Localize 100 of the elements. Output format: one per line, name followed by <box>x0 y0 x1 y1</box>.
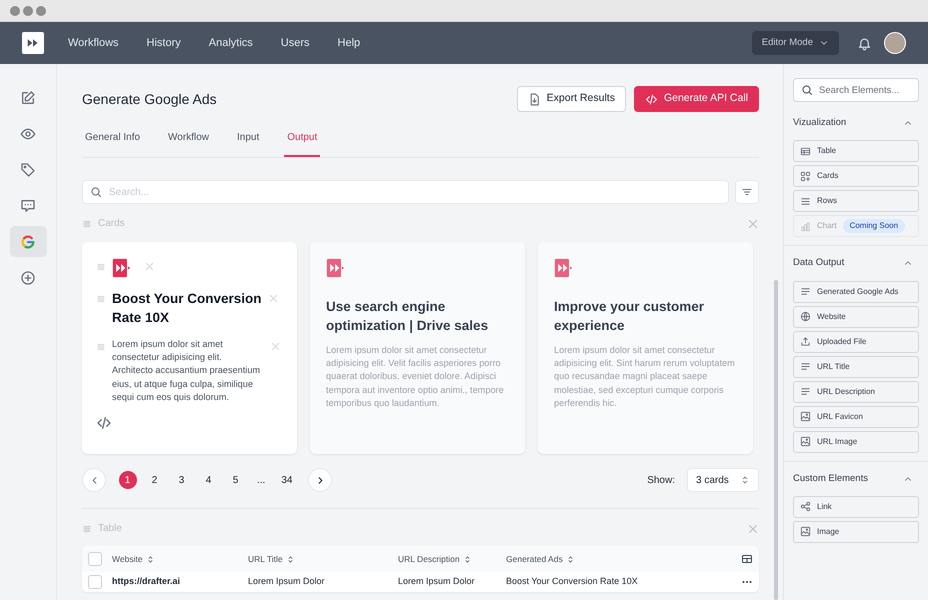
up-down-chevron-icon <box>740 475 750 485</box>
window-close-dot[interactable] <box>10 6 20 16</box>
columns-icon[interactable] <box>741 553 753 565</box>
sidebar-item[interactable] <box>10 226 46 257</box>
element-item[interactable]: Uploaded File <box>793 330 919 352</box>
edit-icon <box>20 90 36 106</box>
logo-icon <box>112 258 132 278</box>
card-body-text: Lorem ipsum dolor sit amet consectetur adipisicing elit. Sint harum rerum voluptatem quo recusandae magni placeat saepe molestiae, sed excepturi cumque corporis perferendis hic. <box>554 344 736 410</box>
logo-icon[interactable] <box>22 32 44 54</box>
avatar[interactable] <box>884 32 906 54</box>
bar-chart-icon <box>800 220 811 232</box>
element-item[interactable]: URL Description <box>793 380 919 402</box>
code-icon <box>644 92 658 106</box>
notification-bell-icon[interactable] <box>857 36 872 50</box>
search-elements-field[interactable]: Search Elements... <box>793 78 919 102</box>
column-header[interactable]: URL Title <box>248 552 398 566</box>
result-card[interactable] <box>310 242 525 454</box>
page-link[interactable]: 5 <box>226 471 244 489</box>
result-card[interactable] <box>538 242 753 454</box>
image-icon <box>800 526 811 538</box>
element-item[interactable]: Rows <box>793 190 919 212</box>
page-link[interactable]: ... <box>257 471 266 489</box>
column-header[interactable]: URL Description <box>398 552 506 566</box>
element-item[interactable]: Website <box>793 306 919 328</box>
section-label: Cards <box>98 217 125 231</box>
tab[interactable]: General Info <box>82 124 144 157</box>
table-cell-text: https://drafter.ai <box>112 575 182 588</box>
scrollbar[interactable] <box>774 280 778 600</box>
window-minimize-dot[interactable] <box>23 6 33 16</box>
rows-icon <box>800 196 811 207</box>
tab[interactable]: Input <box>234 124 262 157</box>
tab[interactable]: Workflow <box>165 124 212 157</box>
group-title: Data Output <box>793 256 844 270</box>
checkbox[interactable] <box>88 575 102 589</box>
element-item[interactable]: Image <box>793 520 919 543</box>
card-body-text: Lorem ipsum dolor sit amet consectetur adipisicing elit. Architecto accusantium praesentium eius, ut atque fuga culpa, similique sequi cum eos quis dolorum. <box>112 338 262 404</box>
element-item[interactable]: URL Image <box>793 430 919 452</box>
google-g-icon <box>20 234 36 250</box>
mode-dropdown[interactable]: Editor Mode <box>752 30 839 56</box>
export-button[interactable]: Export Results <box>516 86 626 112</box>
card-title: Boost Your Conversion Rate 10X <box>112 290 262 327</box>
tag-icon <box>20 162 36 178</box>
sort-icon <box>286 554 295 564</box>
drag-handle-icon[interactable] <box>82 218 92 228</box>
nav-link[interactable]: Users <box>280 34 310 52</box>
nav-link[interactable]: Help <box>338 34 360 52</box>
drag-handle-icon[interactable] <box>96 342 106 352</box>
element-item[interactable]: Table <box>793 140 919 162</box>
element-item[interactable]: Generated Google Ads <box>793 280 919 302</box>
search-icon <box>90 186 102 198</box>
tab[interactable]: Output <box>284 124 320 157</box>
element-item[interactable]: URL Title <box>793 356 919 378</box>
card-body-text: Lorem ipsum dolor sit amet consectetur adipisicing elit. Velit facilis asperiores porro quaerat doloribus, eveniet dolore. Adipisci tempora aut inventore optio animi., tempore temporibus quo laudantium. <box>326 344 505 410</box>
table-cell-text: Lorem Ipsum Dolor <box>398 575 476 588</box>
drag-handle-icon[interactable] <box>96 262 106 272</box>
close-icon[interactable] <box>747 218 759 230</box>
nav-link[interactable]: History <box>146 34 181 52</box>
section-label: Table <box>98 522 122 536</box>
eye-icon <box>20 126 36 142</box>
drag-handle-icon[interactable] <box>96 294 106 304</box>
element-item[interactable]: URL Favicon <box>793 406 919 428</box>
window-zoom-dot[interactable] <box>36 6 46 16</box>
search-icon <box>801 84 813 96</box>
element-item[interactable]: Link <box>793 496 919 518</box>
page-link[interactable]: 34 <box>281 471 292 489</box>
upload-icon <box>800 336 811 347</box>
text-lines-icon <box>800 361 811 372</box>
code-icon[interactable] <box>96 414 112 430</box>
text-lines-icon <box>800 286 811 297</box>
sort-icon <box>462 554 472 564</box>
nav-link[interactable]: Workflows <box>68 34 119 52</box>
sort-icon <box>146 554 155 564</box>
search-field[interactable]: Search... <box>82 180 729 204</box>
element-item[interactable]: Cards <box>793 165 919 188</box>
group-title: Custom Elements <box>793 472 868 486</box>
column-header[interactable]: Website <box>112 552 248 566</box>
page-link[interactable]: 1 <box>118 471 136 489</box>
nav-link[interactable]: Analytics <box>208 34 253 52</box>
image-icon <box>800 436 811 447</box>
logo-icon <box>554 258 574 278</box>
close-icon[interactable] <box>747 522 759 534</box>
card-title: Use search engine optimization | Drive sales <box>326 298 490 335</box>
page-link[interactable]: 3 <box>172 471 190 489</box>
filter-button[interactable] <box>735 180 759 204</box>
column-header[interactable]: Generated Ads <box>506 552 741 566</box>
show-label: Show: <box>647 474 675 488</box>
generate-api-button[interactable]: Generate API Call <box>634 86 759 112</box>
drag-handle-icon[interactable] <box>82 524 92 534</box>
sort-icon <box>566 554 575 564</box>
cards-per-page-select[interactable]: 3 cards <box>687 468 759 492</box>
group-title: Vizualization <box>793 116 846 130</box>
result-card[interactable]: Boost Your Conversion Rate 10X Lorem ipsum dolor sit amet consectetur adipisicing elit. Architecto accusantium praesentium eius, ut atque fuga culpa, similique sequi cum eos quis dolorum. <box>82 242 297 454</box>
coming-soon-badge: Coming Soon <box>842 219 906 234</box>
page-link[interactable]: 2 <box>146 471 164 489</box>
card-title: Improve your customer experience <box>554 298 706 335</box>
image-icon <box>800 411 811 422</box>
text-lines-icon <box>800 386 811 397</box>
page-link[interactable]: 4 <box>200 471 218 489</box>
checkbox[interactable] <box>88 552 102 566</box>
comment-icon <box>20 198 36 214</box>
